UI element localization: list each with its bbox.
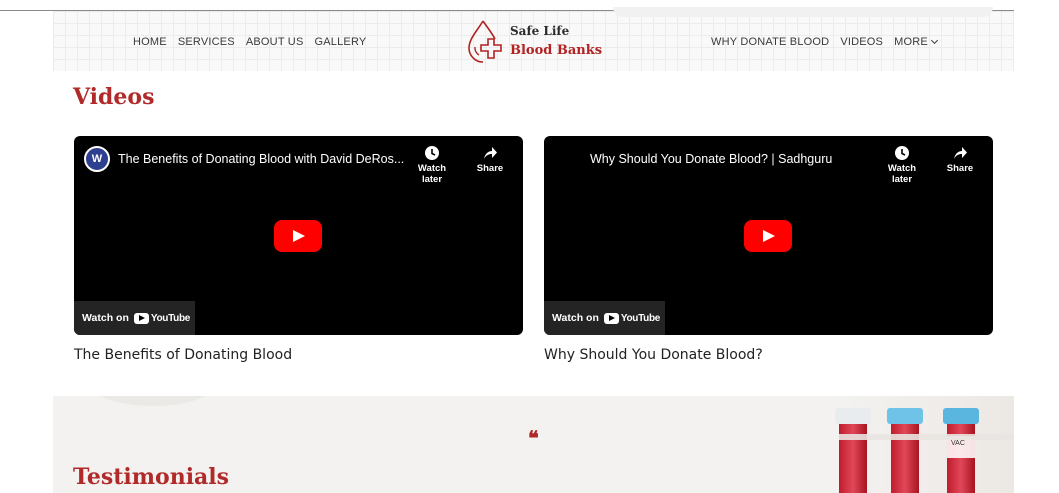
youtube-logo-icon: YouTube (133, 312, 191, 324)
share-label: Share (476, 163, 504, 174)
video-player-2[interactable]: Why Should You Donate Blood? | Sadhguru … (544, 136, 993, 335)
nav-home[interactable]: HOME (133, 36, 167, 48)
video-embed-title[interactable]: Why Should You Donate Blood? | Sadhguru (590, 152, 832, 166)
watch-on-youtube-button[interactable]: Watch on YouTube (74, 301, 195, 335)
logo-text-line2: Blood Banks (510, 43, 603, 58)
watch-later-label: Watch later (887, 163, 917, 185)
share-label: Share (946, 163, 974, 174)
share-arrow-icon (484, 147, 497, 159)
play-icon[interactable] (274, 220, 322, 252)
header-decoration (613, 7, 993, 17)
clock-icon (425, 146, 439, 160)
logo-blood-drop-cross-icon (468, 20, 502, 63)
youtube-wordmark: YouTube (150, 312, 191, 324)
video-embed-title[interactable]: The Benefits of Donating Blood with Davi… (118, 152, 404, 166)
video-caption-2: Why Should You Donate Blood? (544, 347, 763, 363)
watch-later-button[interactable]: Watch later (407, 145, 457, 185)
nav-left: HOME SERVICES ABOUT US GALLERY (133, 36, 366, 48)
youtube-logo-icon: YouTube (603, 312, 661, 324)
nav-about-us[interactable]: ABOUT US (246, 36, 304, 48)
quote-icon: ❝ (528, 426, 539, 450)
tube-label: VAC (951, 440, 965, 447)
tube-rack (839, 434, 1014, 440)
video-player-1[interactable]: W The Benefits of Donating Blood with Da… (74, 136, 523, 335)
nav-right: WHY DONATE BLOOD VIDEOS MORE (711, 36, 938, 48)
share-button[interactable]: Share (936, 145, 984, 174)
videos-heading: Videos (73, 84, 155, 110)
site-logo[interactable]: Safe Life Blood Banks (465, 19, 615, 65)
watch-on-youtube-button[interactable]: Watch on YouTube (544, 301, 665, 335)
nav-services[interactable]: SERVICES (178, 36, 235, 48)
play-icon[interactable] (744, 220, 792, 252)
nav-why-donate-blood[interactable]: WHY DONATE BLOOD (711, 36, 829, 48)
testimonials-section: ❝ Testimonials VAC (53, 396, 1014, 493)
nav-more[interactable]: MORE (894, 36, 938, 48)
channel-avatar-icon[interactable]: W (84, 146, 110, 172)
blood-tubes-image: VAC (835, 396, 1014, 493)
logo-text-line1: Safe Life (510, 24, 570, 38)
nav-videos[interactable]: VIDEOS (840, 36, 883, 48)
share-button[interactable]: Share (466, 145, 514, 174)
watch-later-label: Watch later (417, 163, 447, 185)
watch-on-label: Watch on (552, 312, 599, 324)
youtube-wordmark: YouTube (620, 312, 661, 324)
watch-later-button[interactable]: Watch later (877, 145, 927, 185)
clock-icon (895, 146, 909, 160)
video-caption-1: The Benefits of Donating Blood (74, 347, 293, 363)
nav-gallery[interactable]: GALLERY (314, 36, 366, 48)
nav-more-label: MORE (894, 36, 928, 48)
testimonials-heading: Testimonials (73, 464, 230, 490)
blood-tube (835, 408, 871, 493)
share-arrow-icon (954, 147, 967, 159)
blood-tube: VAC (943, 408, 979, 493)
blood-tube (887, 408, 923, 493)
chevron-down-icon (930, 36, 938, 45)
watch-on-label: Watch on (82, 312, 129, 324)
site-header: HOME SERVICES ABOUT US GALLERY Safe Life… (53, 7, 1014, 71)
